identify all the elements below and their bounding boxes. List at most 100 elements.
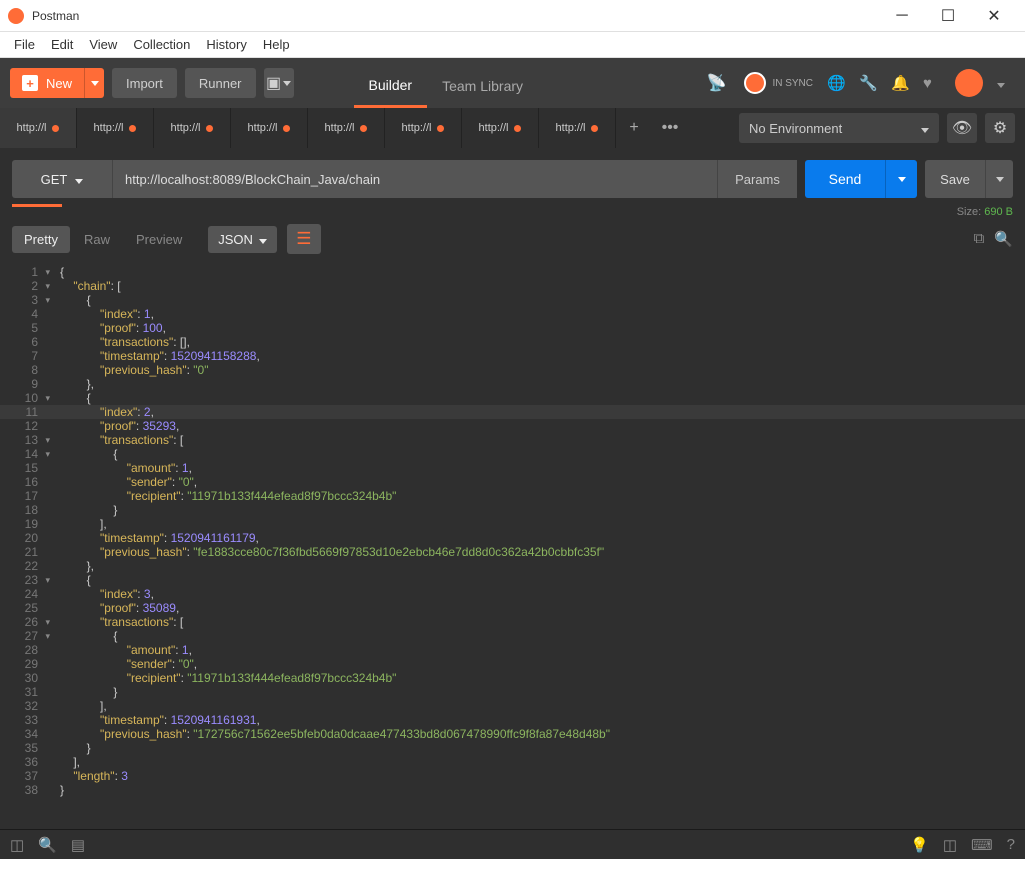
environment-label: No Environment <box>749 121 842 136</box>
code-line: 16 "sender": "0", <box>0 475 1025 489</box>
user-avatar[interactable] <box>955 69 983 97</box>
capture-icon[interactable]: 📡 <box>707 73 727 93</box>
code-line: 4 "index": 1, <box>0 307 1025 321</box>
environment-select[interactable]: No Environment <box>739 113 939 143</box>
send-dropdown-button[interactable] <box>885 160 917 198</box>
code-line: 23▾ { <box>0 573 1025 587</box>
wrench-icon[interactable]: 🔧 <box>859 74 877 92</box>
code-line: 28 "amount": 1, <box>0 643 1025 657</box>
menu-help[interactable]: Help <box>255 34 298 55</box>
request-tab[interactable]: http://l <box>539 108 616 148</box>
tab-label: http://l <box>479 122 509 134</box>
response-view-tabs: Pretty Raw Preview JSON ☰ ⧉ 🔍 <box>0 219 1025 259</box>
runner-button[interactable]: Runner <box>185 68 256 98</box>
search-response-button[interactable]: 🔍 <box>994 230 1013 248</box>
sync-label: IN SYNC <box>772 78 813 89</box>
menu-bar: File Edit View Collection History Help <box>0 32 1025 58</box>
new-button[interactable]: + New <box>10 68 84 98</box>
menu-file[interactable]: File <box>6 34 43 55</box>
save-button[interactable]: Save <box>925 160 985 198</box>
sidebar-toggle-button[interactable]: ◫ <box>10 836 24 854</box>
sync-status[interactable]: IN SYNC <box>744 72 813 94</box>
code-line: 32 ], <box>0 699 1025 713</box>
nav-tab-builder[interactable]: Builder <box>354 64 428 108</box>
sync-icon <box>744 72 766 94</box>
copy-response-button[interactable]: ⧉ <box>974 230 985 248</box>
nav-tab-team-library[interactable]: Team Library <box>427 64 538 108</box>
request-tab[interactable]: http://l <box>385 108 462 148</box>
tab-label: http://l <box>171 122 201 134</box>
code-line: 34 "previous_hash": "172756c71562ee5bfeb… <box>0 727 1025 741</box>
keyboard-shortcuts-button[interactable]: ⌨ <box>971 836 993 854</box>
send-button[interactable]: Send <box>805 160 885 198</box>
minimize-button[interactable]: ─ <box>879 0 925 32</box>
http-method-select[interactable]: GET <box>12 160 112 198</box>
tab-label: http://l <box>325 122 355 134</box>
code-line: 24 "index": 3, <box>0 587 1025 601</box>
code-line: 20 "timestamp": 1520941161179, <box>0 531 1025 545</box>
console-button[interactable]: ▤ <box>71 836 85 854</box>
status-bar: ◫ 🔍 ▤ 💡 ◫ ⌨ ? <box>0 829 1025 859</box>
request-tab[interactable]: http://l <box>0 108 77 148</box>
view-tab-raw[interactable]: Raw <box>72 226 122 253</box>
request-tab[interactable]: http://l <box>154 108 231 148</box>
request-tab[interactable]: http://l <box>77 108 154 148</box>
menu-view[interactable]: View <box>81 34 125 55</box>
unsaved-dot-icon <box>206 125 213 132</box>
new-button-label: New <box>46 76 72 91</box>
bell-icon[interactable]: 🔔 <box>891 74 909 92</box>
code-line: 3▾ { <box>0 293 1025 307</box>
import-button[interactable]: Import <box>112 68 177 98</box>
settings-gear-button[interactable]: ⚙ <box>985 113 1015 143</box>
code-line: 38} <box>0 783 1025 797</box>
menu-collection[interactable]: Collection <box>125 34 198 55</box>
maximize-button[interactable]: ☐ <box>925 0 971 32</box>
tab-label: http://l <box>17 122 47 134</box>
format-select[interactable]: JSON <box>208 226 277 253</box>
save-dropdown-button[interactable] <box>985 160 1013 198</box>
params-button[interactable]: Params <box>717 160 797 198</box>
code-line: 30 "recipient": "11971b133f444efead8f97b… <box>0 671 1025 685</box>
code-line: 15 "amount": 1, <box>0 461 1025 475</box>
url-input[interactable]: http://localhost:8089/BlockChain_Java/ch… <box>112 160 717 198</box>
globe-icon[interactable]: 🌐 <box>827 74 845 92</box>
chevron-down-icon <box>75 172 83 187</box>
request-tab[interactable]: http://l <box>308 108 385 148</box>
response-body[interactable]: 1▾{2▾ "chain": [3▾ {4 "index": 1,5 "proo… <box>0 259 1025 829</box>
heart-icon[interactable]: ♥ <box>923 75 941 92</box>
environment-quicklook-button[interactable]: 👁 <box>947 113 977 143</box>
menu-history[interactable]: History <box>198 34 254 55</box>
code-line: 26▾ "transactions": [ <box>0 615 1025 629</box>
request-tab[interactable]: http://l <box>231 108 308 148</box>
code-line: 19 ], <box>0 517 1025 531</box>
request-tab[interactable]: http://l <box>462 108 539 148</box>
view-tab-pretty[interactable]: Pretty <box>12 226 70 253</box>
request-section: GET http://localhost:8089/BlockChain_Jav… <box>0 148 1025 219</box>
code-line: 2▾ "chain": [ <box>0 279 1025 293</box>
tab-label: http://l <box>556 122 586 134</box>
unsaved-dot-icon <box>591 125 598 132</box>
code-line: 22 }, <box>0 559 1025 573</box>
close-button[interactable]: ✕ <box>971 0 1017 32</box>
view-tab-preview[interactable]: Preview <box>124 226 194 253</box>
plus-icon: + <box>22 75 38 91</box>
code-line: 1▾{ <box>0 265 1025 279</box>
new-dropdown-button[interactable] <box>84 68 104 98</box>
window-title: Postman <box>32 9 879 23</box>
code-line: 7 "timestamp": 1520941158288, <box>0 349 1025 363</box>
tab-overflow-button[interactable]: ••• <box>652 108 688 148</box>
bootcamp-button[interactable]: 💡 <box>910 836 929 854</box>
user-dropdown[interactable] <box>997 75 1015 92</box>
new-tab-button[interactable]: + <box>616 108 652 148</box>
window-options-button[interactable]: ▣ <box>264 68 294 98</box>
new-button-group: + New <box>10 68 104 98</box>
two-pane-button[interactable]: ◫ <box>943 836 957 854</box>
response-size: Size: 690 B <box>957 206 1013 218</box>
unsaved-dot-icon <box>129 125 136 132</box>
code-line: 6 "transactions": [], <box>0 335 1025 349</box>
wrap-lines-button[interactable]: ☰ <box>287 224 321 254</box>
code-line: 29 "sender": "0", <box>0 657 1025 671</box>
find-button[interactable]: 🔍 <box>38 836 57 854</box>
help-button[interactable]: ? <box>1007 836 1015 854</box>
menu-edit[interactable]: Edit <box>43 34 81 55</box>
